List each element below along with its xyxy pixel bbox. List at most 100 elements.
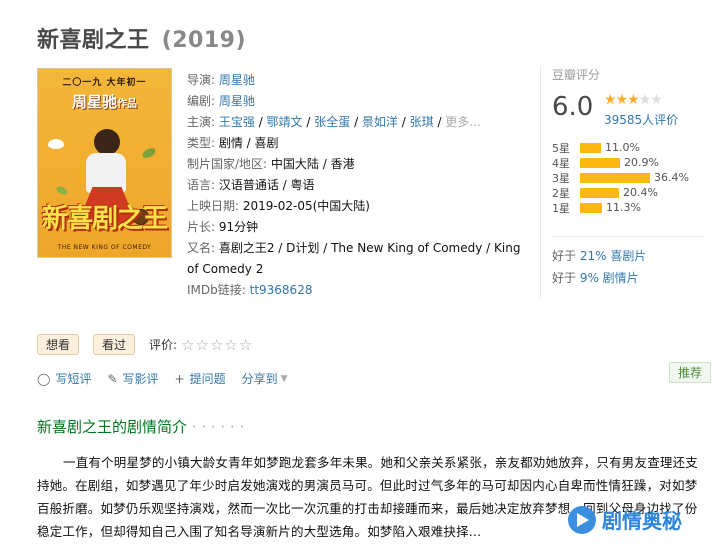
cast-label: 主演: xyxy=(187,115,219,129)
rating-bar xyxy=(580,202,602,213)
rating-bar-row: 3星 36.4% xyxy=(552,170,689,185)
write-review[interactable]: ✎ 写影评 xyxy=(107,370,158,387)
better-than-link[interactable]: 21% 喜剧片 xyxy=(580,249,647,263)
share-to[interactable]: 分享到 ▼ xyxy=(242,370,288,387)
rating-bar-row: 4星 20.9% xyxy=(552,155,689,170)
poster-leaf-image xyxy=(140,146,158,160)
ask-question[interactable]: + 提问题 xyxy=(175,370,226,387)
tool-links: ◯ 写短评 ✎ 写影评 + 提问题 分享到 ▼ xyxy=(37,370,304,387)
want-to-watch-button[interactable]: 想看 xyxy=(37,334,80,355)
cast-more-link[interactable]: 更多... xyxy=(445,115,480,129)
write-review-link[interactable]: 写影评 xyxy=(123,370,159,387)
user-actions: 想看 看过 评价: ☆☆☆☆☆ xyxy=(37,334,253,355)
rating-bar-percent: 20.9% xyxy=(624,156,659,169)
comment-icon: ◯ xyxy=(37,371,51,386)
movie-poster[interactable]: 二〇一九 大年初一 周星驰作品 新喜剧之王 THE NEW KING OF CO… xyxy=(37,68,172,258)
cast-link[interactable]: 鄂靖文 xyxy=(267,115,303,129)
info-genre-row: 类型: 剧情 / 喜剧 xyxy=(187,133,527,154)
country-value: 中国大陆 / 香港 xyxy=(270,157,355,171)
write-short-review-link[interactable]: 写短评 xyxy=(55,370,91,387)
share-link[interactable]: 分享到 xyxy=(242,370,278,387)
rating-bar-label: 2星 xyxy=(552,186,570,200)
poster-top-line: 二〇一九 大年初一 xyxy=(62,78,147,88)
rating-bar-label: 1星 xyxy=(552,201,570,215)
recommend-button[interactable]: 推荐 xyxy=(669,362,712,383)
star-empty-icon: ★ xyxy=(650,92,663,108)
runtime-label: 片长: xyxy=(187,220,219,234)
movie-title: 新喜剧之王 xyxy=(37,28,150,53)
summary-title: 新喜剧之王的剧情简介 xyxy=(37,418,188,436)
movie-year: (2019) xyxy=(161,28,247,53)
release-value: 2019-02-05(中国大陆) xyxy=(242,199,370,213)
poster-sub-title: THE NEW KING OF COMEDY xyxy=(57,244,152,251)
rate-stars-input[interactable]: ☆☆☆☆☆ xyxy=(181,336,253,354)
write-short-review[interactable]: ◯ 写短评 xyxy=(37,370,91,387)
cast-link[interactable]: 张全蛋 xyxy=(314,115,350,129)
poster-director-suffix: 作品 xyxy=(117,99,137,110)
imdb-label: IMDb链接: xyxy=(187,283,250,297)
info-runtime-row: 片长: 91分钟 xyxy=(187,217,527,238)
writer-link[interactable]: 周星驰 xyxy=(219,94,255,108)
star-filled-icon: ★ xyxy=(604,92,617,108)
better-than-link[interactable]: 9% 剧情片 xyxy=(580,271,639,285)
watched-button[interactable]: 看过 xyxy=(93,334,136,355)
better-than: 好于 21% 喜剧片 好于 9% 剧情片 xyxy=(552,236,704,289)
plus-icon: + xyxy=(174,371,185,386)
cast-link[interactable]: 王宝强 xyxy=(219,115,255,129)
rating-bar xyxy=(580,157,620,168)
summary-title-dots: · · · · · · xyxy=(187,418,245,436)
ask-question-link[interactable]: 提问题 xyxy=(190,370,226,387)
director-link[interactable]: 周星驰 xyxy=(219,73,255,87)
rating-bar-percent: 11.0% xyxy=(605,141,640,154)
info-cast-row: 主演: 王宝强 / 鄂靖文 / 张全蛋 / 景如洋 / 张琪 / 更多... xyxy=(187,115,481,129)
genre-value: 剧情 / 喜剧 xyxy=(218,136,279,150)
pencil-icon: ✎ xyxy=(107,371,118,386)
rating-bar-row: 1星 11.3% xyxy=(552,200,689,215)
poster-director-name: 周星驰 xyxy=(71,93,117,111)
rating-bar-label: 4星 xyxy=(552,156,570,170)
cast-link[interactable]: 景如洋 xyxy=(362,115,398,129)
genre-label: 类型: xyxy=(187,136,219,150)
rating-bar-percent: 36.4% xyxy=(654,171,689,184)
rating-bar-row: 5星 11.0% xyxy=(552,140,689,155)
watermark-text: 剧情奥秘 xyxy=(602,509,682,533)
cast-link[interactable]: 张琪 xyxy=(410,115,434,129)
rating-bar-percent: 20.4% xyxy=(623,186,658,199)
star-empty-icon: ★ xyxy=(638,92,652,108)
summary-heading: 新喜剧之王的剧情简介 · · · · · · xyxy=(37,416,244,437)
language-value: 汉语普通话 / 粤语 xyxy=(218,178,315,192)
rating-bar-row: 2星 20.4% xyxy=(552,185,689,200)
poster-dove-image xyxy=(48,139,64,149)
poster-director: 周星驰作品 xyxy=(38,91,171,112)
rating-bar xyxy=(580,172,650,183)
info-country-row: 制片国家/地区: 中国大陆 / 香港 xyxy=(187,154,527,175)
runtime-value: 91分钟 xyxy=(218,220,259,234)
info-director-row: 导演: 周星驰 xyxy=(187,70,527,91)
poster-big-title: 新喜剧之王 xyxy=(41,204,168,234)
info-writer-row: 编剧: 周星驰 xyxy=(187,91,527,112)
rate-label: 评价: xyxy=(149,338,178,352)
better-than-row: 好于 9% 剧情片 xyxy=(552,267,704,289)
better-than-prefix: 好于 xyxy=(552,271,580,285)
play-logo-icon xyxy=(568,505,596,534)
star-filled-icon: ★ xyxy=(627,92,640,108)
watermark: 剧情奥秘 xyxy=(568,505,682,534)
language-label: 语言: xyxy=(187,178,219,192)
info-imdb-row: IMDb链接: tt9368628 xyxy=(187,280,527,301)
imdb-link[interactable]: tt9368628 xyxy=(250,283,313,297)
info-aka-row: 又名: 喜剧之王2 / D计划 / The New King of Comedy… xyxy=(187,238,527,280)
info-language-row: 语言: 汉语普通话 / 粤语 xyxy=(187,175,527,196)
writer-label: 编剧: xyxy=(187,94,219,108)
rating-stars: ★★★★★ xyxy=(604,92,663,108)
rating-votes-link[interactable]: 39585人评价 xyxy=(604,111,678,128)
rating-bar-label: 5星 xyxy=(552,141,570,155)
better-than-prefix: 好于 xyxy=(552,249,580,263)
rating-bar xyxy=(580,142,601,153)
director-label: 导演: xyxy=(187,73,219,87)
rating-title: 豆瓣评分 xyxy=(552,68,601,82)
release-label: 上映日期: xyxy=(187,199,243,213)
country-label: 制片国家/地区: xyxy=(187,157,271,171)
info-release-row: 上映日期: 2019-02-05(中国大陆) xyxy=(187,196,527,217)
star-filled-icon: ★ xyxy=(615,92,629,108)
info-divider xyxy=(540,66,541,298)
